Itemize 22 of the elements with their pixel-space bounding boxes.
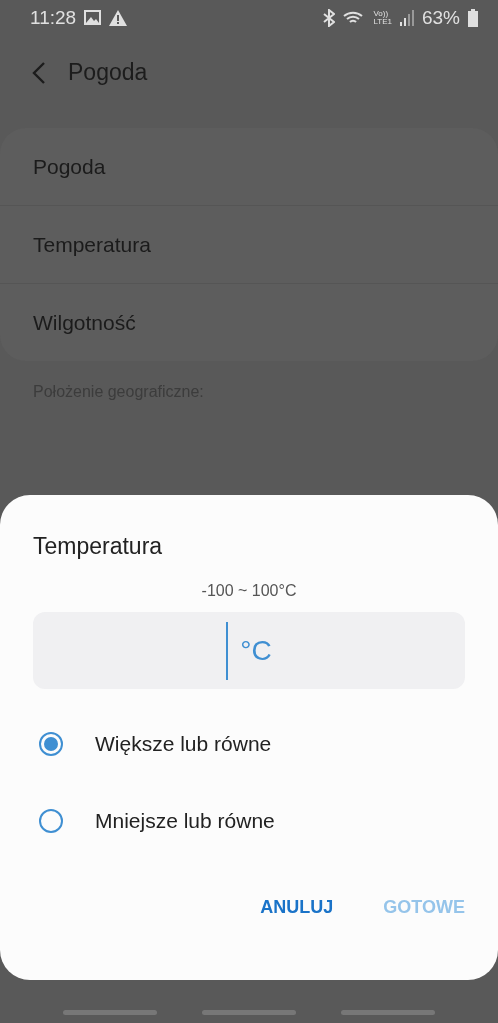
nav-bar-handle[interactable] [341,1010,436,1015]
temperature-field[interactable]: °C [33,612,465,689]
network-label: Vo)) LTE1 [373,9,392,26]
battery-percent: 63% [421,6,460,29]
image-icon [84,10,102,25]
warning-icon [109,9,128,26]
clock: 11:28 [30,6,77,29]
bluetooth-icon [323,8,336,27]
battery-icon [468,8,478,27]
signal-icon [399,9,414,26]
settings-item[interactable]: Wilgotność [0,284,498,361]
back-icon[interactable] [32,61,46,84]
nav-bar-handle[interactable] [202,1010,296,1015]
settings-item[interactable]: Pogoda [0,128,498,206]
range-hint: -100 ~ 100°C [200,582,298,600]
dialog-button[interactable]: ANULUJ [260,897,334,918]
page-title: Pogoda [68,59,148,86]
settings-item[interactable]: Temperatura [0,206,498,284]
radio-option[interactable]: Mniejsze lub równe [33,782,465,859]
nav-bar-handle[interactable] [62,1010,157,1015]
radio-option[interactable]: Większe lub równe [33,705,465,782]
dialog-title: Temperatura [33,533,164,560]
